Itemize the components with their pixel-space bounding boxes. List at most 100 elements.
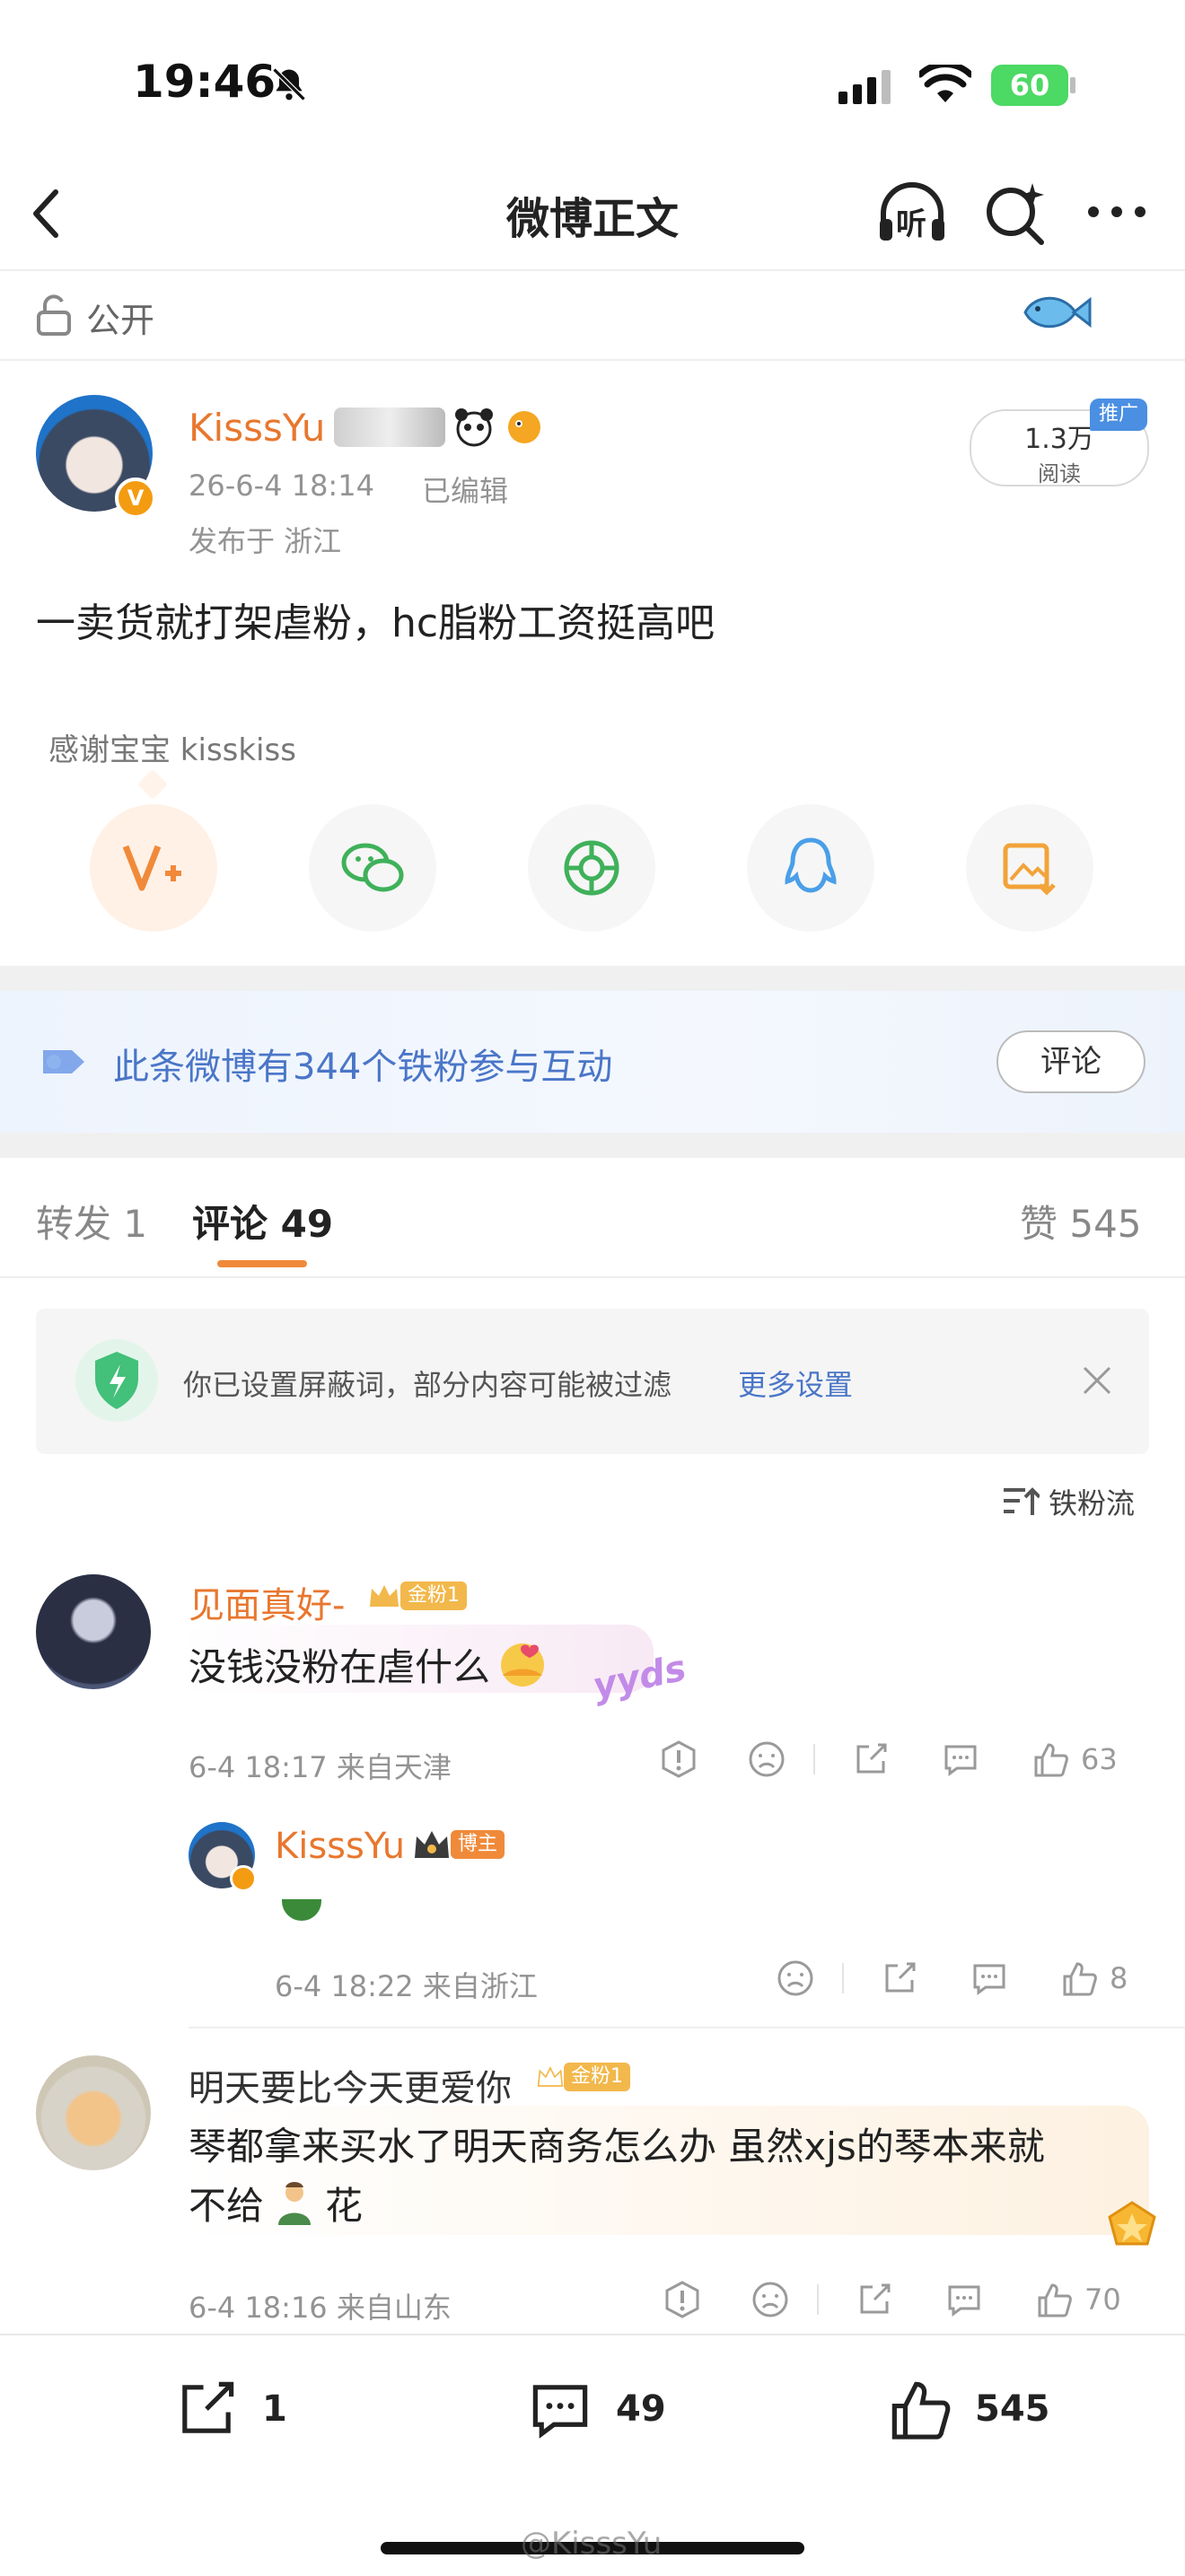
wechat-icon (341, 843, 404, 892)
share-moments-button[interactable] (528, 804, 655, 932)
more-options-icon[interactable] (1086, 203, 1147, 221)
save-image-button[interactable] (966, 804, 1093, 932)
reply-icon[interactable] (944, 2280, 984, 2319)
like-count: 70 (1084, 2282, 1121, 2317)
signal-icon (838, 68, 896, 104)
fans-banner-text: 此条微博有344个铁粉参与互动 (113, 1047, 613, 1088)
filter-notice: 你已设置屏蔽词，部分内容可能被过滤 更多设置 (36, 1309, 1149, 1454)
reply-verified-badge (230, 1865, 257, 1892)
section-divider (0, 966, 1185, 991)
like-icon (891, 2381, 951, 2440)
post-location: 发布于 浙江 (189, 524, 342, 558)
report-icon[interactable] (659, 1739, 698, 1779)
comment-text-line1: 琴都拿来买水了明天商务怎么办 虽然xjs的琴本来就 (189, 2125, 1045, 2169)
reply-icon[interactable] (941, 1739, 980, 1779)
dislike-face-icon[interactable] (776, 1958, 815, 1998)
post-date: 26-6-4 18:14 (189, 469, 374, 503)
comment-username[interactable]: 明天要比今天更爱你 (189, 2059, 512, 2111)
shield-icon (72, 1336, 162, 1425)
sort-toggle[interactable]: 铁粉流 (1002, 1481, 1135, 1522)
reply-meta: 6-4 18:22 来自浙江 (275, 1969, 538, 2003)
battery-level: 60 (1009, 68, 1050, 102)
action-separator (817, 2284, 819, 2315)
report-icon[interactable] (663, 2280, 702, 2319)
filter-notice-text: 你已设置屏蔽词，部分内容可能被过滤 (183, 1368, 672, 1402)
crown-icon (415, 1831, 449, 1858)
vplus-icon (122, 845, 181, 891)
listen-label: 听 (896, 206, 926, 242)
tab-like[interactable]: 赞 545 (1020, 1194, 1142, 1249)
qq-icon (785, 837, 837, 893)
visibility-label: 公开 (86, 301, 155, 340)
thanks-caret (137, 769, 168, 800)
person-emoji-icon (278, 2181, 312, 2225)
comment-count: 49 (616, 2388, 666, 2430)
bell-muted-icon (269, 65, 309, 104)
repost-icon (182, 2381, 234, 2433)
section-divider-2 (0, 1133, 1185, 1158)
fan-level-badge: 金粉1 (368, 1582, 467, 1610)
comment-divider (189, 2027, 1185, 2028)
like-count: 545 (975, 2388, 1050, 2430)
comment-avatar[interactable] (36, 2055, 151, 2170)
back-chevron-icon[interactable] (27, 185, 66, 242)
comment-avatar[interactable] (36, 1574, 151, 1689)
verified-badge: V (115, 478, 156, 519)
crown-icon (537, 2066, 564, 2087)
battery-tip (1070, 77, 1075, 93)
tab-active-underline (217, 1260, 307, 1267)
tab-comment[interactable]: 评论 49 (192, 1194, 333, 1249)
action-separator (842, 1963, 844, 1993)
listen-button[interactable]: 听 (874, 176, 950, 251)
tab-repost[interactable]: 转发 1 (36, 1194, 147, 1249)
repost-icon[interactable] (851, 1739, 891, 1779)
repost-icon[interactable] (855, 2280, 894, 2319)
bottom-repost-button[interactable]: 1 (171, 2375, 287, 2443)
fish-icon[interactable] (1020, 287, 1092, 337)
comment-meta: 6-4 18:17 来自天津 (189, 1750, 452, 1784)
comment-username[interactable]: 见面真好- (189, 1576, 345, 1628)
like-count: 8 (1110, 1961, 1128, 1995)
like-icon[interactable] (1034, 2280, 1074, 2319)
action-separator (813, 1744, 815, 1774)
status-time: 19:46 (133, 56, 276, 108)
dislike-face-icon[interactable] (747, 1739, 786, 1779)
comment-actions: 70 (663, 2280, 1121, 2319)
fans-comment-button[interactable]: 评论 (996, 1030, 1146, 1093)
sort-icon (1004, 1487, 1040, 1515)
post-author-name[interactable]: KisssYu (189, 406, 325, 450)
comment-icon (532, 2385, 588, 2439)
owner-badge: 博主 (413, 1827, 505, 1862)
search-sparkle-icon[interactable] (982, 180, 1050, 248)
dislike-face-icon[interactable] (750, 2280, 790, 2319)
like-icon[interactable] (1059, 1958, 1099, 1998)
like-count: 63 (1081, 1742, 1118, 1776)
battery-indicator: 60 (991, 65, 1068, 106)
sticker-badge-icon (334, 407, 445, 447)
lock-open-icon (36, 294, 72, 336)
comment-meta: 6-4 18:16 来自山东 (189, 2291, 452, 2325)
wifi-icon (919, 65, 971, 104)
repost-count: 1 (262, 2388, 287, 2430)
share-wechat-button[interactable] (309, 804, 436, 932)
bottom-like-button[interactable]: 545 (883, 2375, 1050, 2443)
share-qq-button[interactable] (747, 804, 874, 932)
panda-icon (455, 408, 493, 447)
comment-actions: 63 (659, 1739, 1118, 1779)
hug-emoji-icon (501, 1643, 545, 1687)
gold-medal-icon (1101, 2197, 1163, 2255)
fans-banner: 此条微博有344个铁粉参与互动 评论 (0, 991, 1185, 1133)
moments-icon (564, 840, 619, 896)
post-edited-label: 已编辑 (422, 474, 509, 508)
repost-icon[interactable] (880, 1958, 919, 1998)
views-label: 阅读 (1038, 461, 1081, 486)
like-icon[interactable] (1031, 1739, 1070, 1779)
sort-label: 铁粉流 (1049, 1486, 1136, 1520)
reply-username[interactable]: KisssYu (275, 1826, 405, 1867)
bottom-comment-button[interactable]: 49 (524, 2375, 666, 2443)
filter-more-settings-link[interactable]: 更多设置 (738, 1362, 853, 1404)
nav-bar: 微博正文 听 (0, 162, 1185, 271)
reply-icon[interactable] (970, 1958, 1009, 1998)
share-weibo-button[interactable] (90, 804, 217, 932)
close-icon[interactable] (1081, 1364, 1113, 1397)
